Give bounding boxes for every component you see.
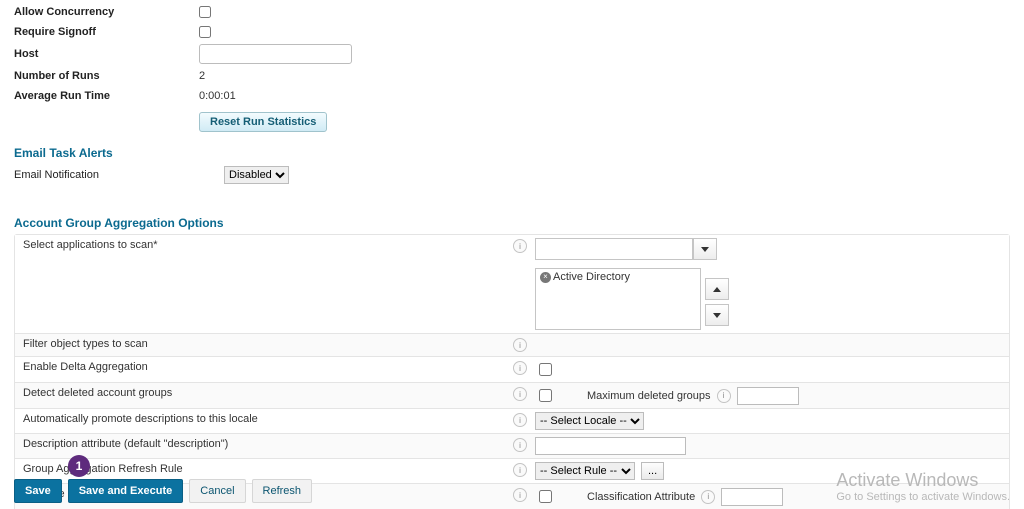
selected-apps-list: × Active Directory [535, 268, 701, 330]
aggregation-options-heading: Account Group Aggregation Options [14, 216, 1010, 230]
refresh-rule-browse-button[interactable]: ... [641, 462, 664, 480]
help-icon[interactable]: i [717, 389, 731, 403]
description-attribute-label: Description attribute (default "descript… [15, 434, 511, 454]
save-and-execute-button[interactable]: Save and Execute [68, 479, 184, 503]
help-icon[interactable]: i [513, 338, 527, 352]
detect-deleted-checkbox[interactable] [539, 389, 552, 402]
select-apps-combobox[interactable] [535, 238, 693, 260]
classification-attribute-label: Classification Attribute [587, 491, 695, 503]
help-icon[interactable]: i [701, 490, 715, 504]
help-icon[interactable]: i [513, 361, 527, 375]
number-of-runs-label: Number of Runs [14, 70, 199, 82]
callout-badge: 1 [68, 455, 90, 477]
allow-concurrency-label: Allow Concurrency [14, 6, 199, 18]
filter-types-label: Filter object types to scan [15, 334, 511, 354]
move-down-icon[interactable] [705, 304, 729, 326]
help-icon[interactable]: i [513, 239, 527, 253]
refresh-button[interactable]: Refresh [252, 479, 313, 503]
aggregation-options-panel: Select applications to scan* i × Active … [14, 234, 1010, 509]
max-deleted-groups-label: Maximum deleted groups [587, 390, 711, 402]
select-apps-label: Select applications to scan* [15, 235, 511, 255]
email-notification-select[interactable]: Disabled [224, 166, 289, 184]
windows-activation-watermark: Activate Windows Go to Settings to activ… [836, 470, 1010, 503]
require-signoff-label: Require Signoff [14, 26, 199, 38]
help-icon[interactable]: i [513, 488, 527, 502]
reset-run-statistics-button[interactable]: Reset Run Statistics [199, 112, 327, 132]
list-item: × Active Directory [540, 271, 696, 283]
max-deleted-groups-input[interactable] [737, 387, 799, 405]
help-icon[interactable]: i [513, 413, 527, 427]
email-notification-label: Email Notification [14, 169, 199, 181]
selected-app-name: Active Directory [553, 271, 630, 283]
avg-run-time-label: Average Run Time [14, 90, 199, 102]
require-signoff-checkbox[interactable] [199, 26, 211, 38]
remove-icon[interactable]: × [540, 272, 551, 283]
select-apps-dropdown-icon[interactable] [693, 238, 717, 260]
enable-delta-label: Enable Delta Aggregation [15, 357, 511, 377]
help-icon[interactable]: i [513, 387, 527, 401]
help-icon[interactable]: i [513, 438, 527, 452]
auto-promote-locale-select[interactable]: -- Select Locale -- [535, 412, 644, 430]
refresh-rule-select[interactable]: -- Select Rule -- [535, 462, 635, 480]
promote-classifications-checkbox[interactable] [539, 490, 552, 503]
number-of-runs-value: 2 [199, 70, 205, 82]
classification-attribute-input[interactable] [721, 488, 783, 506]
cancel-button[interactable]: Cancel [189, 479, 245, 503]
allow-concurrency-checkbox[interactable] [199, 6, 211, 18]
help-icon[interactable]: i [513, 463, 527, 477]
detect-deleted-label: Detect deleted account groups [15, 383, 511, 403]
avg-run-time-value: 0:00:01 [199, 90, 236, 102]
email-task-alerts-heading: Email Task Alerts [14, 146, 1010, 160]
auto-promote-label: Automatically promote descriptions to th… [15, 409, 511, 429]
host-input[interactable] [199, 44, 352, 64]
enable-delta-checkbox[interactable] [539, 363, 552, 376]
save-button[interactable]: Save [14, 479, 62, 503]
move-up-icon[interactable] [705, 278, 729, 300]
watermark-subtitle: Go to Settings to activate Windows. [836, 491, 1010, 503]
watermark-title: Activate Windows [836, 470, 1010, 491]
description-attribute-input[interactable] [535, 437, 686, 455]
host-label: Host [14, 48, 199, 60]
